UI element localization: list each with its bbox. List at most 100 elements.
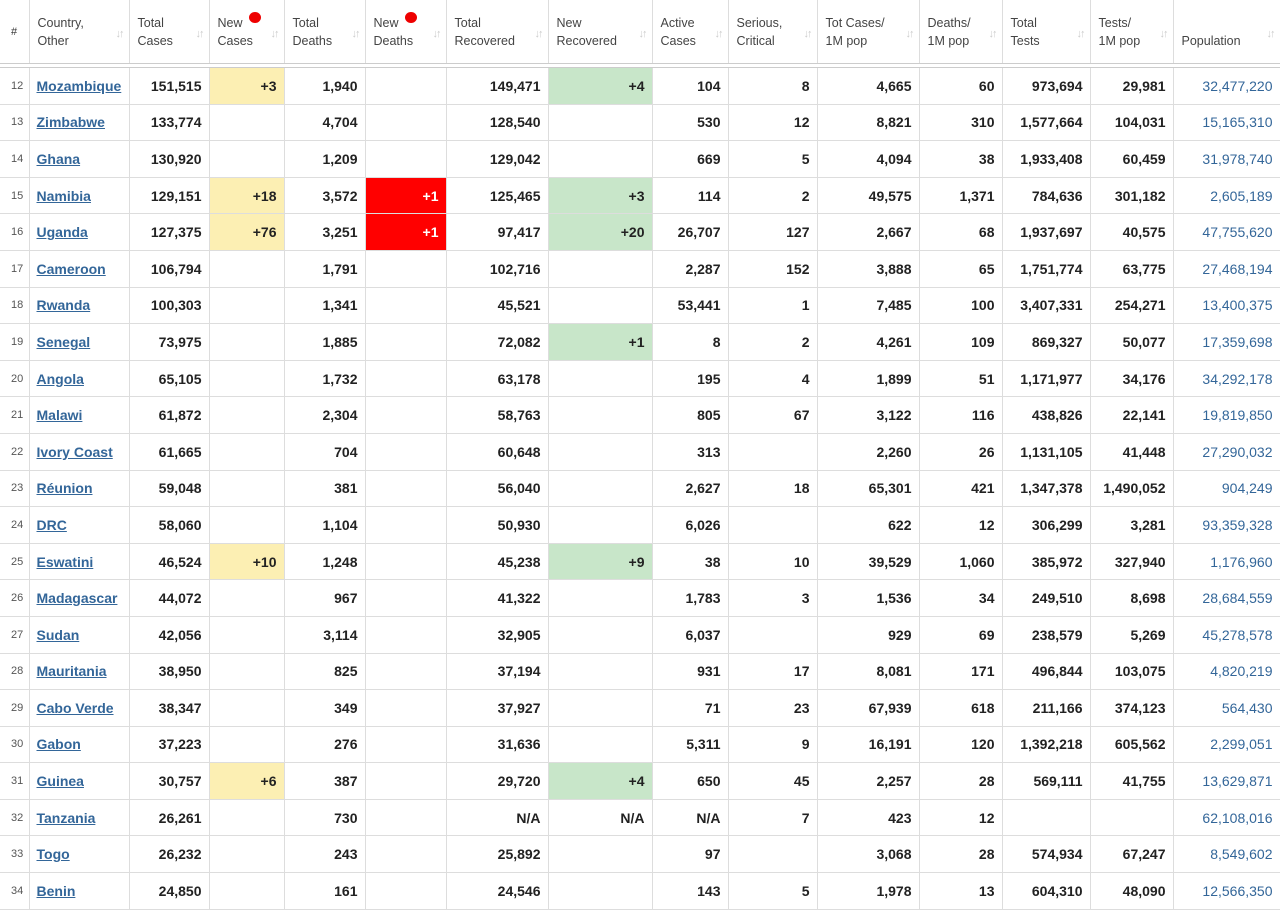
total-deaths-cell: 4,704 — [284, 104, 366, 142]
header-country[interactable]: Country, Other ↓↑ — [29, 0, 130, 64]
country-link: Madagascar — [29, 579, 130, 617]
population-link[interactable]: 17,359,698 — [1173, 323, 1280, 361]
country-link[interactable]: Eswatini — [37, 554, 94, 570]
country-link[interactable]: Madagascar — [37, 590, 118, 606]
population-link[interactable]: 27,468,194 — [1173, 250, 1280, 288]
sort-icon[interactable]: ↓↑ — [1267, 25, 1276, 43]
header-deaths-per-million[interactable]: Deaths/1M pop ↓↑ — [919, 0, 1003, 64]
population-link[interactable]: 31,978,740 — [1173, 140, 1280, 178]
header-total-tests[interactable]: Total Tests ↓↑ — [1002, 0, 1091, 64]
tests-per-million-cell: 3,281 — [1090, 506, 1174, 544]
country-link[interactable]: Uganda — [37, 224, 88, 240]
country-link[interactable]: Mauritania — [37, 663, 107, 679]
total-cases-cell: 24,850 — [129, 872, 210, 910]
tests-per-million-cell: 63,775 — [1090, 250, 1174, 288]
header-new-cases[interactable]: New Cases ↓↑ — [209, 0, 285, 64]
new-recovered-cell — [548, 104, 653, 142]
population-link[interactable]: 32,477,220 — [1173, 67, 1280, 105]
country-link[interactable]: Zimbabwe — [37, 114, 105, 130]
total-deaths-cell: 1,885 — [284, 323, 366, 361]
total-deaths-cell: 825 — [284, 653, 366, 691]
new-cases-cell — [209, 872, 285, 910]
sort-icon[interactable]: ↓↑ — [271, 25, 280, 43]
header-active-cases[interactable]: Active Cases ↓↑ — [652, 0, 729, 64]
country-link[interactable]: Cameroon — [37, 261, 106, 277]
population-link[interactable]: 12,566,350 — [1173, 872, 1280, 910]
country-link[interactable]: Mozambique — [37, 78, 122, 94]
sort-icon[interactable]: ↓↑ — [1160, 25, 1169, 43]
deaths-per-million-cell: 421 — [919, 470, 1003, 508]
total-tests-cell: 1,347,378 — [1002, 470, 1091, 508]
country-link[interactable]: Gabon — [37, 736, 81, 752]
sort-icon[interactable]: ↓↑ — [989, 25, 998, 43]
population-link[interactable]: 62,108,016 — [1173, 799, 1280, 837]
country-link[interactable]: Angola — [37, 371, 84, 387]
new-cases-cell — [209, 835, 285, 874]
sort-icon[interactable]: ↓↑ — [116, 25, 125, 43]
population-link[interactable]: 8,549,602 — [1173, 835, 1280, 874]
country-link: Gabon — [29, 726, 130, 764]
country-link[interactable]: Rwanda — [37, 297, 91, 313]
population-link[interactable]: 13,629,871 — [1173, 762, 1280, 800]
total-tests-cell: 249,510 — [1002, 579, 1091, 617]
population-link[interactable]: 34,292,178 — [1173, 360, 1280, 398]
total-recovered-cell: 125,465 — [446, 177, 549, 215]
header-total-recovered[interactable]: Total Recovered ↓↑ — [446, 0, 549, 64]
total-recovered-cell: 45,238 — [446, 543, 549, 581]
sort-icon[interactable]: ↓↑ — [535, 25, 544, 43]
table-row: 14 Ghana 130,920 1,209 129,042 669 5 4,094 38 1,9… — [0, 140, 1280, 178]
header-cases-per-million[interactable]: Tot Cases/1M pop ↓↑ — [817, 0, 920, 64]
country-link[interactable]: Ivory Coast — [37, 444, 113, 460]
deaths-per-million-cell: 68 — [919, 213, 1003, 251]
sort-icon[interactable]: ↓↑ — [433, 25, 442, 43]
sort-icon[interactable]: ↓↑ — [906, 25, 915, 43]
header-total-cases[interactable]: Total Cases ↓↑ — [129, 0, 210, 64]
country-link[interactable]: DRC — [37, 517, 67, 533]
population-link[interactable]: 19,819,850 — [1173, 396, 1280, 434]
population-link[interactable]: 13,400,375 — [1173, 287, 1280, 325]
header-total-deaths[interactable]: Total Deaths ↓↑ — [284, 0, 366, 64]
total-cases-cell: 65,105 — [129, 360, 210, 398]
header-new-deaths[interactable]: New Deaths ↓↑ — [365, 0, 447, 64]
sort-icon[interactable]: ↓↑ — [639, 25, 648, 43]
population-link[interactable]: 2,605,189 — [1173, 177, 1280, 215]
population-link[interactable]: 28,684,559 — [1173, 579, 1280, 617]
sort-icon[interactable]: ↓↑ — [196, 25, 205, 43]
sort-icon[interactable]: ↓↑ — [804, 25, 813, 43]
row-number: 24 — [0, 506, 30, 544]
row-number: 26 — [0, 579, 30, 617]
country-link: Angola — [29, 360, 130, 398]
country-link[interactable]: Réunion — [37, 480, 93, 496]
country-link[interactable]: Namibia — [37, 188, 91, 204]
serious-critical-cell: 67 — [728, 396, 818, 434]
country-link[interactable]: Guinea — [37, 773, 84, 789]
sort-icon[interactable]: ↓↑ — [1077, 25, 1086, 43]
total-cases-cell: 100,303 — [129, 287, 210, 325]
country-link[interactable]: Malawi — [37, 407, 83, 423]
header-new-recovered[interactable]: New Recovered ↓↑ — [548, 0, 653, 64]
population-link[interactable]: 93,359,328 — [1173, 506, 1280, 544]
header-tests-per-million[interactable]: Tests/1M pop ↓↑ — [1090, 0, 1174, 64]
country-link[interactable]: Senegal — [37, 334, 91, 350]
sort-icon[interactable]: ↓↑ — [352, 25, 361, 43]
country-link[interactable]: Sudan — [37, 627, 80, 643]
country-link[interactable]: Cabo Verde — [37, 700, 114, 716]
header-population[interactable]: Population ↓↑ — [1173, 0, 1280, 64]
population-link[interactable]: 564,430 — [1173, 689, 1280, 727]
country-link[interactable]: Togo — [37, 846, 70, 862]
population-link[interactable]: 47,755,620 — [1173, 213, 1280, 251]
country-link[interactable]: Tanzania — [37, 810, 96, 826]
population-link[interactable]: 15,165,310 — [1173, 104, 1280, 142]
population-link[interactable]: 27,290,032 — [1173, 433, 1280, 471]
population-link[interactable]: 4,820,219 — [1173, 653, 1280, 691]
total-tests-cell: 438,826 — [1002, 396, 1091, 434]
population-link[interactable]: 45,278,578 — [1173, 616, 1280, 654]
table-row: 15 Namibia 129,151 +18 3,572 +1 125,465 +3 114 2 4… — [0, 177, 1280, 215]
sort-icon[interactable]: ↓↑ — [715, 25, 724, 43]
country-link[interactable]: Benin — [37, 883, 76, 899]
population-link[interactable]: 1,176,960 — [1173, 543, 1280, 581]
country-link[interactable]: Ghana — [37, 151, 81, 167]
header-serious-critical[interactable]: Serious, Critical ↓↑ — [728, 0, 818, 64]
population-link[interactable]: 904,249 — [1173, 470, 1280, 508]
population-link[interactable]: 2,299,051 — [1173, 726, 1280, 764]
